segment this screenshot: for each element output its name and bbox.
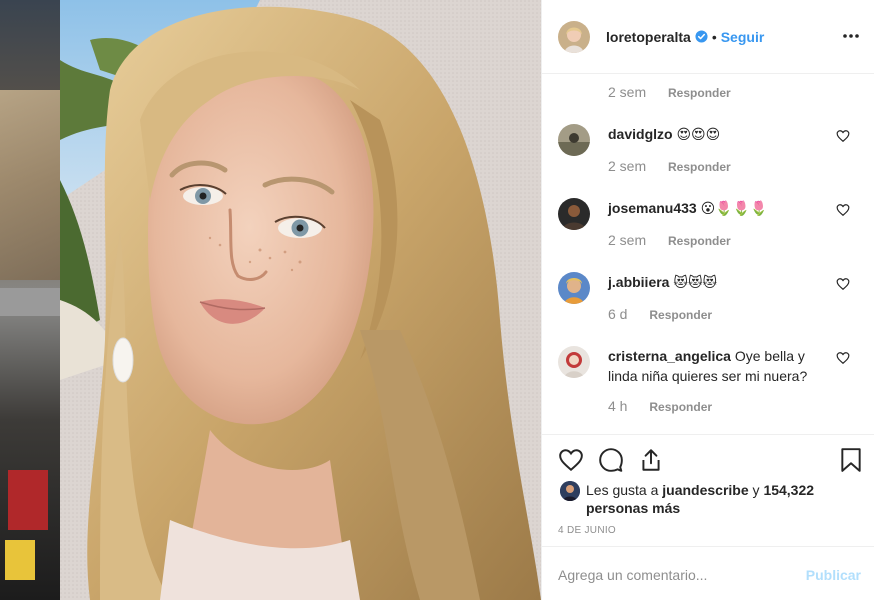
like-comment-heart-icon[interactable] <box>836 277 850 291</box>
reply-button[interactable]: Responder <box>668 234 731 248</box>
comment-username[interactable]: davidglzo <box>608 126 673 142</box>
comment-time: 2 sem <box>608 84 647 100</box>
comment-meta: 6 d Responder <box>608 306 712 322</box>
comment-time: 4 h <box>608 398 628 414</box>
author-avatar[interactable] <box>558 20 590 53</box>
post-actions: Les gusta a juandescribe y 154,322 perso… <box>542 434 874 546</box>
likes-prefix: Les gusta a <box>586 482 659 498</box>
selfie-illustration <box>60 0 541 600</box>
likes-summary: Les gusta a juandescribe y 154,322 perso… <box>558 481 858 517</box>
comment-meta: 2 sem Responder <box>608 158 731 174</box>
commenter-avatar[interactable] <box>558 198 590 230</box>
comment-meta: 4 h Responder <box>608 398 712 414</box>
header-separator: • <box>711 28 717 45</box>
likes-and: y <box>752 482 760 498</box>
comment-username[interactable]: j.abbiiera <box>608 274 669 290</box>
comment-time: 6 d <box>608 306 628 322</box>
reply-button[interactable]: Responder <box>668 160 731 174</box>
liker-avatar[interactable] <box>560 481 580 501</box>
comment-icon[interactable] <box>598 447 624 473</box>
post-header: loretoperalta • Seguir <box>542 0 874 74</box>
comment-text: 😍😍😍 <box>676 126 721 142</box>
like-comment-heart-icon[interactable] <box>836 351 850 365</box>
bookmark-icon[interactable] <box>838 447 864 473</box>
more-options-icon[interactable] <box>841 26 861 46</box>
comment-time: 2 sem <box>608 232 647 248</box>
author-username[interactable]: loretoperalta <box>606 29 691 45</box>
comment-body: davidglzo 😍😍😍 <box>608 124 828 144</box>
heart-icon[interactable] <box>558 447 584 473</box>
post-sidebar: loretoperalta • Seguir 2 sem Responder d… <box>541 0 874 600</box>
post-date[interactable]: 4 DE JUNIO <box>558 525 616 536</box>
add-comment-input[interactable] <box>558 567 788 583</box>
share-icon[interactable] <box>638 447 664 473</box>
reply-button[interactable]: Responder <box>649 400 712 414</box>
liker-username[interactable]: juandescribe <box>662 482 748 498</box>
background-page-strip <box>0 0 60 600</box>
comment-meta: 2 sem Responder <box>608 84 731 100</box>
comment-text: 😻😻😻 <box>673 274 718 290</box>
verified-badge-icon <box>695 30 708 43</box>
comment-text: 😮🌷🌷🌷 <box>700 200 768 216</box>
comment-body: j.abbiiera 😻😻😻 <box>608 272 828 292</box>
publish-button[interactable]: Publicar <box>806 567 861 583</box>
comment-username[interactable]: josemanu433 <box>608 200 697 216</box>
commenter-avatar[interactable] <box>558 272 590 304</box>
comment-meta: 2 sem Responder <box>608 232 731 248</box>
comment-body: cristerna_angelica Oye bella y linda niñ… <box>608 346 828 386</box>
comment-username[interactable]: cristerna_angelica <box>608 348 731 364</box>
reply-button[interactable]: Responder <box>649 308 712 322</box>
comment-time: 2 sem <box>608 158 647 174</box>
like-comment-heart-icon[interactable] <box>836 129 850 143</box>
commenter-avatar[interactable] <box>558 124 590 156</box>
like-comment-heart-icon[interactable] <box>836 203 850 217</box>
comment-body: josemanu433 😮🌷🌷🌷 <box>608 198 828 218</box>
post-photo[interactable] <box>60 0 541 600</box>
add-comment-bar: Publicar <box>542 546 874 600</box>
follow-button[interactable]: Seguir <box>721 29 765 45</box>
comments-list[interactable]: 2 sem Responder davidglzo 😍😍😍 2 sem Resp… <box>542 74 874 434</box>
reply-button[interactable]: Responder <box>668 86 731 100</box>
commenter-avatar[interactable] <box>558 346 590 378</box>
